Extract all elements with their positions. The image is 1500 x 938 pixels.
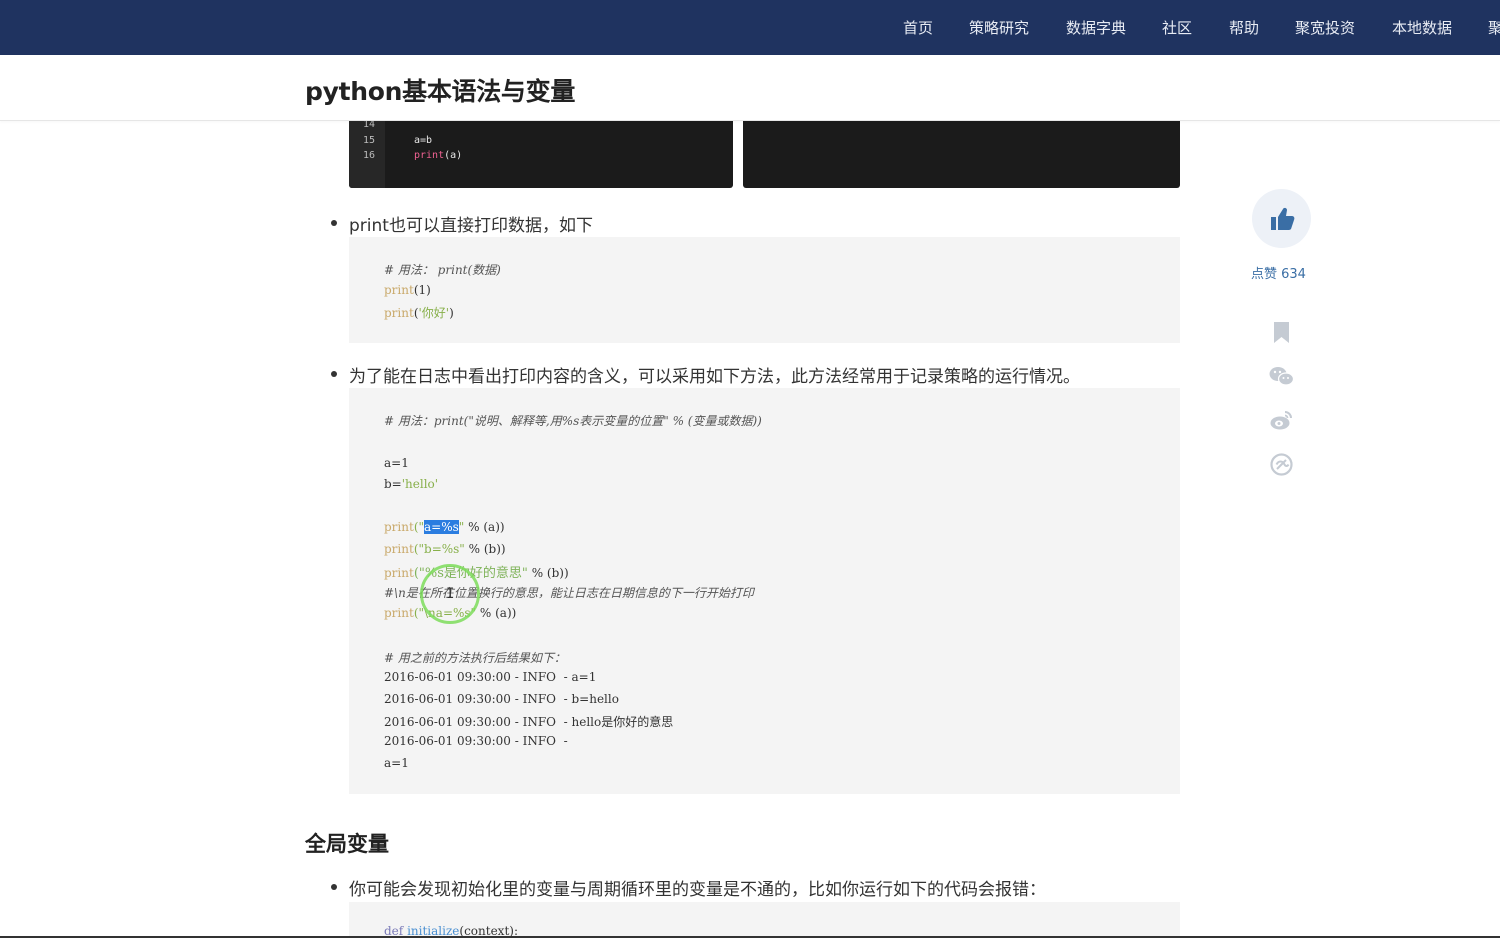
nav-item-data-dictionary[interactable]: 数据字典	[1066, 0, 1126, 55]
log-output-line: 2016-06-01 09:30:00 - INFO - a=1	[384, 670, 597, 684]
code-text: % (b))	[527, 566, 569, 580]
thumbs-up-icon	[1271, 207, 1295, 230]
share-icon	[1270, 453, 1293, 476]
code-string: ("%s是你好的意思"	[413, 566, 528, 581]
code-keyword: print	[414, 150, 445, 161]
code-screenshot-editor: 14 15 16 a=b print(a)	[349, 121, 733, 188]
code-line: b='hello'	[384, 477, 438, 491]
code-block-print-direct[interactable]: # 用法： print(数据) print(1) print('你好')	[349, 237, 1180, 343]
code-string: 'hello'	[401, 477, 439, 491]
section-heading-global-vars: 全局变量	[305, 832, 389, 856]
code-text: (1)	[413, 283, 431, 297]
share-button[interactable]	[1268, 451, 1295, 478]
log-output-line: 2016-06-01 09:30:00 - INFO - b=hello	[384, 692, 619, 706]
code-function: print	[384, 306, 414, 320]
code-string: ("b=%s"	[413, 542, 465, 556]
line-number: 16	[362, 150, 375, 161]
code-line: a=b	[414, 135, 433, 146]
like-count: 点赞 634	[1251, 267, 1306, 282]
nav-item-local-data[interactable]: 本地数据	[1392, 0, 1452, 55]
title-bar: python基本语法与变量	[0, 55, 1500, 121]
line-number: 15	[362, 135, 375, 146]
code-line: print(a)	[414, 150, 462, 161]
nav-item-community[interactable]: 社区	[1162, 0, 1192, 55]
code-line: print("a=%s" % (a))	[384, 520, 505, 534]
code-comment: # 用之前的方法执行后结果如下：	[384, 651, 566, 665]
code-text: % (b))	[464, 542, 506, 556]
code-block-global-vars[interactable]: def initialize(context):	[349, 902, 1180, 938]
code-line: print("\na=%s" % (a))	[384, 606, 516, 620]
code-function: print	[384, 520, 414, 534]
code-block-log-format[interactable]: # 用法：print("说明、解释等,用%s表示变量的位置" % (变量或数据)…	[349, 388, 1180, 794]
log-output-line: 2016-06-01 09:30:00 - INFO -	[384, 734, 568, 748]
code-text: b=	[384, 477, 402, 491]
code-string: '你好'	[418, 306, 450, 320]
log-output-line: 2016-06-01 09:30:00 - INFO - hello是你好的意思	[384, 715, 674, 729]
line-number: 14	[362, 121, 375, 130]
code-comment: # 用法： print(数据)	[384, 263, 501, 277]
code-line: print("b=%s" % (b))	[384, 542, 506, 556]
code-function: print	[384, 283, 414, 297]
code-text: )	[449, 306, 454, 320]
weibo-share-button[interactable]	[1268, 407, 1295, 434]
code-function: print	[384, 606, 414, 620]
code-string: ("\na=%s"	[413, 606, 477, 620]
top-nav: 首页 策略研究 数据字典 社区 帮助 聚宽投资 本地数据 聚	[0, 0, 1500, 55]
code-screenshot-output	[743, 121, 1180, 188]
page-title: python基本语法与变量	[305, 77, 576, 106]
code-text: % (a))	[464, 520, 505, 534]
code-text: % (a))	[476, 606, 517, 620]
selected-text[interactable]: a=%s	[424, 520, 459, 534]
code-comment: #\n是在所在位置换行的意思，能让日志在日期信息的下一行开始打印	[384, 586, 754, 600]
code-function: print	[384, 542, 414, 556]
nav-item-joinquant-invest[interactable]: 聚宽投资	[1295, 0, 1355, 55]
nav-item-help[interactable]: 帮助	[1229, 0, 1259, 55]
log-output-line: a=1	[384, 756, 409, 770]
code-string: ("	[413, 520, 425, 534]
bullet-global-vars: 你可能会发现初始化里的变量与周期循环里的变量是不通的，比如你运行如下的代码会报错…	[331, 875, 1046, 900]
weibo-icon	[1270, 411, 1292, 430]
wechat-share-button[interactable]	[1268, 363, 1295, 390]
bookmark-button[interactable]	[1268, 319, 1295, 346]
code-line: print("%s是你好的意思" % (b))	[384, 562, 569, 581]
bullet-print-direct: print也可以直接打印数据，如下	[331, 211, 593, 236]
wechat-icon	[1269, 367, 1295, 386]
code-line: print('你好')	[384, 304, 454, 321]
nav-item-home[interactable]: 首页	[903, 0, 933, 55]
bookmark-icon	[1274, 322, 1289, 343]
code-comment: # 用法：print("说明、解释等,用%s表示变量的位置" % (变量或数据)…	[384, 414, 762, 428]
nav-item-overflow[interactable]: 聚	[1488, 0, 1500, 55]
bullet-log-format: 为了能在日志中看出打印内容的含义，可以采用如下方法，此方法经常用于记录策略的运行…	[331, 362, 1080, 387]
nav-item-strategy-research[interactable]: 策略研究	[969, 0, 1029, 55]
code-line: print(1)	[384, 283, 431, 297]
code-text: (a)	[444, 150, 463, 161]
code-line: a=1	[384, 456, 409, 470]
like-button[interactable]	[1252, 189, 1311, 248]
code-function: print	[384, 566, 414, 580]
